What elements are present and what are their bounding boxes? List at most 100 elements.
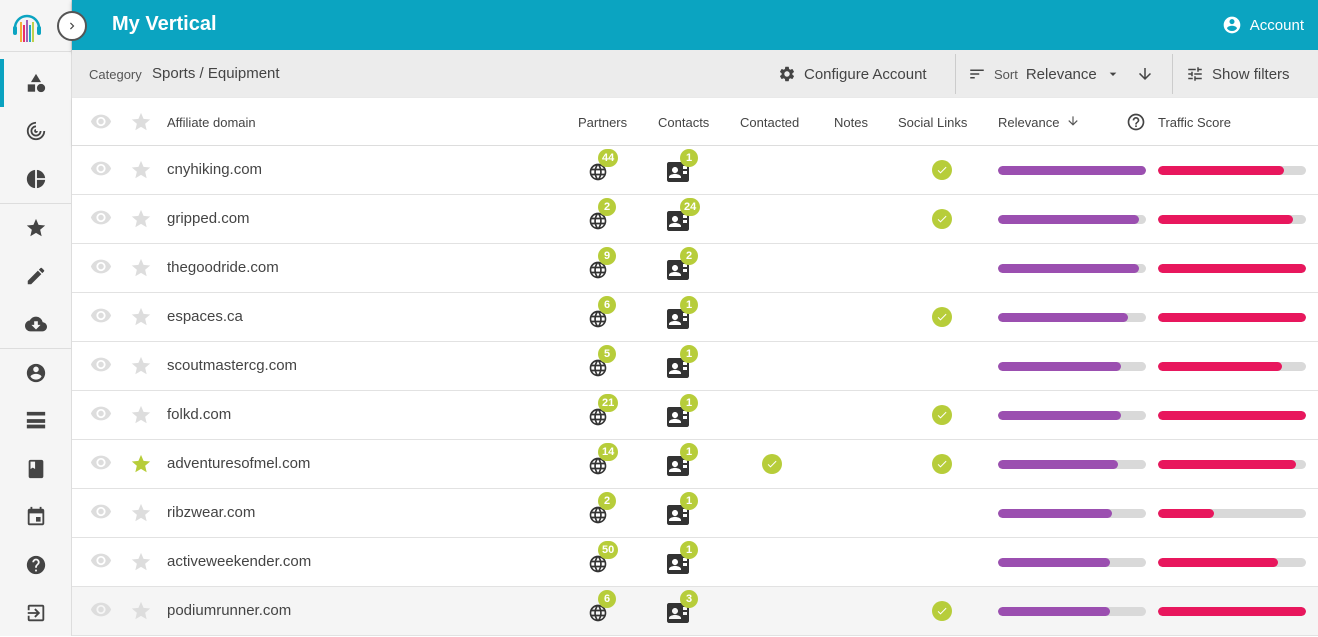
col-relevance[interactable]: Relevance	[998, 115, 1059, 130]
table-row[interactable]: cnyhiking.com 44 1	[72, 146, 1318, 195]
sidebar-item-help[interactable]	[0, 541, 72, 589]
star-icon[interactable]	[130, 551, 152, 573]
partners-count-badge: 21	[598, 394, 619, 412]
col-domain[interactable]: Affiliate domain	[167, 115, 256, 130]
sidebar-item-favorites[interactable]	[0, 204, 72, 252]
relevance-bar	[998, 558, 1146, 567]
relevance-bar-fill	[998, 411, 1121, 420]
account-button[interactable]: Account	[1222, 15, 1304, 35]
eye-icon[interactable]	[90, 455, 112, 471]
relevance-bar-fill	[998, 607, 1111, 616]
sidebar-item-profile[interactable]	[0, 349, 72, 397]
table-row[interactable]: ribzwear.com 2 1	[72, 489, 1318, 538]
affiliate-domain-link[interactable]: scoutmastercg.com	[167, 357, 297, 374]
affiliate-domain-link[interactable]: thegoodride.com	[167, 259, 279, 276]
eye-icon[interactable]	[90, 308, 112, 324]
contacts-count-badge: 1	[680, 394, 698, 412]
affiliate-domain-link[interactable]: ribzwear.com	[167, 504, 255, 521]
affiliate-domain-link[interactable]: folkd.com	[167, 406, 231, 423]
table-row[interactable]: folkd.com 21 1	[72, 391, 1318, 440]
partners-count-badge: 50	[598, 541, 619, 559]
affiliate-domain-link[interactable]: gripped.com	[167, 210, 250, 227]
star-icon[interactable]	[130, 306, 152, 328]
star-icon[interactable]	[130, 257, 152, 279]
account-circle-icon	[26, 363, 46, 383]
col-contacted[interactable]: Contacted	[740, 115, 799, 130]
col-notes[interactable]: Notes	[834, 115, 868, 130]
eye-icon[interactable]	[90, 602, 112, 618]
eye-icon[interactable]	[90, 114, 112, 130]
affiliate-domain-link[interactable]: podiumrunner.com	[167, 602, 291, 619]
sidebar-item-download[interactable]	[0, 300, 72, 348]
traffic-score-bar-fill	[1158, 362, 1283, 371]
table-row[interactable]: scoutmastercg.com 5 1	[72, 342, 1318, 391]
list-icon	[26, 411, 46, 429]
show-filters-button[interactable]: Show filters	[1186, 50, 1290, 98]
sidebar-item-reports[interactable]	[0, 155, 72, 203]
social-links-check-icon[interactable]	[932, 405, 952, 425]
edit-icon	[27, 267, 45, 285]
partners-count-badge: 2	[598, 492, 616, 510]
sort-dropdown[interactable]: Sort Relevance	[968, 50, 1121, 98]
star-icon[interactable]	[130, 355, 152, 377]
sort-direction-button[interactable]	[1136, 50, 1154, 98]
top-bar: My Vertical Account	[72, 0, 1318, 50]
sidebar-item-logout[interactable]	[0, 589, 72, 637]
sort-icon	[970, 69, 984, 79]
table-row[interactable]: activeweekender.com 50 1	[72, 538, 1318, 587]
col-traffic[interactable]: Traffic Score	[1158, 115, 1231, 130]
configure-account-button[interactable]: Configure Account	[778, 50, 927, 98]
sidebar-item-calendar[interactable]	[0, 493, 72, 541]
eye-icon[interactable]	[90, 210, 112, 226]
traffic-score-bar-fill	[1158, 558, 1278, 567]
arrow-down-icon	[1139, 68, 1151, 80]
sidebar-item-edit[interactable]	[0, 252, 72, 300]
table-row[interactable]: espaces.ca 6 1	[72, 293, 1318, 342]
eye-icon[interactable]	[90, 259, 112, 275]
eye-icon[interactable]	[90, 553, 112, 569]
col-contacts[interactable]: Contacts	[658, 115, 709, 130]
table-row[interactable]: gripped.com 2 24	[72, 195, 1318, 244]
eye-icon[interactable]	[90, 406, 112, 422]
social-links-check-icon[interactable]	[932, 454, 952, 474]
contacts-count-badge: 3	[680, 590, 698, 608]
affiliate-domain-link[interactable]: espaces.ca	[167, 308, 243, 325]
star-icon[interactable]	[130, 502, 152, 524]
col-social[interactable]: Social Links	[898, 115, 967, 130]
star-icon[interactable]	[130, 208, 152, 230]
col-partners[interactable]: Partners	[578, 115, 627, 130]
star-icon[interactable]	[130, 159, 152, 181]
star-icon[interactable]	[130, 453, 152, 475]
contacts-count-badge: 1	[680, 345, 698, 363]
contacts-count-badge: 1	[680, 149, 698, 167]
sidebar-item-book[interactable]	[0, 445, 72, 493]
eye-icon[interactable]	[90, 357, 112, 373]
chevron-right-icon	[70, 22, 75, 30]
affiliate-domain-link[interactable]: activeweekender.com	[167, 553, 311, 570]
help-outline-icon[interactable]	[1126, 112, 1146, 132]
traffic-score-bar-fill	[1158, 509, 1215, 518]
table-row[interactable]: adventuresofmel.com 14 1	[72, 440, 1318, 489]
affiliate-domain-link[interactable]: adventuresofmel.com	[167, 455, 310, 472]
table-row[interactable]: podiumrunner.com 6 3	[72, 587, 1318, 636]
eye-icon[interactable]	[90, 504, 112, 520]
star-icon[interactable]	[130, 404, 152, 426]
partners-count-badge: 2	[598, 198, 616, 216]
sidebar-item-target[interactable]	[0, 107, 72, 155]
sidebar-item-vertical[interactable]	[0, 59, 72, 107]
affiliate-domain-link[interactable]: cnyhiking.com	[167, 161, 262, 178]
social-links-check-icon[interactable]	[932, 307, 952, 327]
star-icon[interactable]	[130, 111, 152, 133]
table-row[interactable]: thegoodride.com 9 2	[72, 244, 1318, 293]
relevance-bar-fill	[998, 215, 1139, 224]
app-logo[interactable]	[10, 8, 44, 44]
pie-chart-icon	[26, 169, 46, 189]
social-links-check-icon[interactable]	[932, 601, 952, 621]
social-links-check-icon[interactable]	[932, 209, 952, 229]
traffic-score-bar-fill	[1158, 166, 1284, 175]
social-links-check-icon[interactable]	[932, 160, 952, 180]
eye-icon[interactable]	[90, 161, 112, 177]
star-icon[interactable]	[130, 600, 152, 622]
sidebar-item-list[interactable]	[0, 397, 72, 445]
sidebar-expand-button[interactable]	[57, 11, 87, 41]
